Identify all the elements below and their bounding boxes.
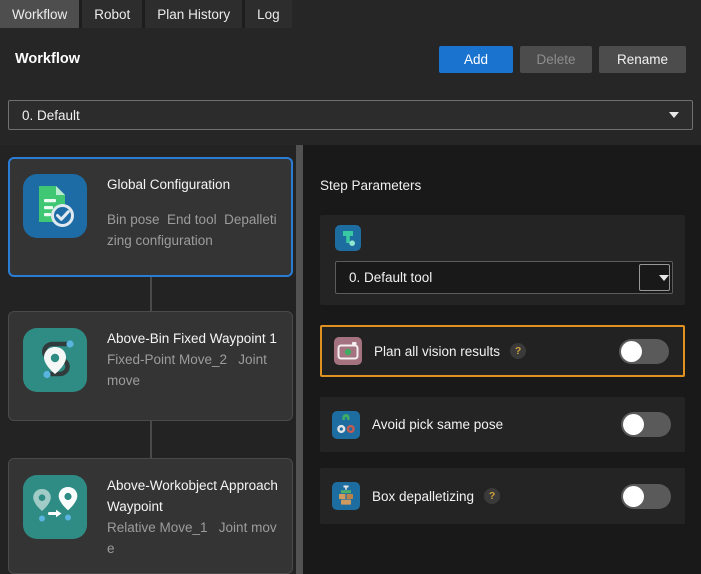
content-area: Global Configuration Bin pose End tool D… — [0, 145, 701, 574]
fixed-point-move-icon — [23, 328, 87, 392]
step-parameters-title: Step Parameters — [320, 178, 701, 193]
step-texts: Global Configuration Bin pose End tool D… — [107, 174, 278, 260]
page-title: Workflow — [15, 51, 432, 67]
tab-workflow-label: Workflow — [12, 7, 67, 22]
toggle-knob — [623, 414, 644, 435]
workflow-select-value: 0. Default — [22, 108, 80, 123]
pick-pose-icon — [332, 411, 360, 439]
global-configuration-icon — [23, 174, 87, 238]
box-depalletizing-icon — [332, 482, 360, 510]
step-parameters-panel: Step Parameters 0. Default tool — [303, 145, 701, 574]
help-icon[interactable]: ? — [510, 343, 526, 359]
step-subtitle: Relative Move_1 Joint move — [107, 517, 278, 559]
step-subtitle: Fixed-Point Move_2 Joint move — [107, 349, 278, 391]
step-connector-line — [150, 277, 152, 311]
toggle-knob — [621, 341, 642, 362]
toggle-label: Avoid pick same pose — [372, 417, 503, 432]
tool-select[interactable]: 0. Default tool — [335, 261, 673, 294]
end-tool-icon — [335, 225, 361, 251]
step-card-above-bin-fixed-waypoint[interactable]: Above-Bin Fixed Waypoint 1 Fixed-Point M… — [8, 311, 293, 421]
chevron-down-icon — [659, 275, 669, 281]
tab-workflow[interactable]: Workflow — [0, 0, 79, 28]
toggle-knob — [623, 486, 644, 507]
tab-robot[interactable]: Robot — [82, 0, 142, 28]
tool-select-dropdown-button[interactable] — [639, 264, 670, 291]
help-icon[interactable]: ? — [484, 488, 500, 504]
tab-plan-history[interactable]: Plan History — [145, 0, 242, 28]
step-texts: Above-Workobject Approach Waypoint Relat… — [107, 475, 278, 557]
step-connector-line — [150, 421, 152, 458]
tab-robot-label: Robot — [94, 7, 130, 22]
tab-log-label: Log — [257, 7, 280, 22]
workflow-step-list: Global Configuration Bin pose End tool D… — [0, 145, 296, 574]
rename-button[interactable]: Rename — [599, 46, 686, 73]
box-depalletizing-row: Box depalletizing ? — [320, 468, 685, 524]
tab-log[interactable]: Log — [245, 0, 292, 28]
avoid-pick-same-pose-toggle[interactable] — [621, 412, 671, 437]
workflow-select[interactable]: 0. Default — [8, 100, 693, 130]
step-card-global-configuration[interactable]: Global Configuration Bin pose End tool D… — [8, 157, 293, 277]
step-title: Above-Workobject Approach Waypoint — [107, 475, 278, 517]
tool-select-group: 0. Default tool — [320, 215, 685, 305]
step-subtitle: Bin pose End tool Depalletizing configur… — [107, 209, 278, 251]
step-title: Above-Bin Fixed Waypoint 1 — [107, 328, 278, 349]
step-texts: Above-Bin Fixed Waypoint 1 Fixed-Point M… — [107, 328, 278, 404]
step-title: Global Configuration — [107, 174, 278, 195]
relative-move-icon — [23, 475, 87, 539]
delete-button: Delete — [520, 46, 592, 73]
workflow-header: Workflow Add Delete Rename — [0, 37, 701, 81]
vision-camera-icon — [334, 337, 362, 365]
tool-select-value: 0. Default tool — [349, 270, 432, 285]
plan-all-vision-results-toggle[interactable] — [619, 339, 669, 364]
plan-all-vision-results-row: Plan all vision results ? — [320, 325, 685, 377]
avoid-pick-same-pose-row: Avoid pick same pose — [320, 397, 685, 452]
chevron-down-icon — [669, 112, 679, 118]
add-button[interactable]: Add — [439, 46, 513, 73]
panel-splitter[interactable] — [296, 145, 303, 574]
toggle-label: Box depalletizing — [372, 489, 474, 504]
toggle-label: Plan all vision results — [374, 344, 500, 359]
box-depalletizing-toggle[interactable] — [621, 484, 671, 509]
tab-plan-history-label: Plan History — [157, 7, 230, 22]
main-tab-bar: Workflow Robot Plan History Log — [0, 0, 292, 28]
step-card-above-workobject-approach-waypoint[interactable]: Above-Workobject Approach Waypoint Relat… — [8, 458, 293, 574]
